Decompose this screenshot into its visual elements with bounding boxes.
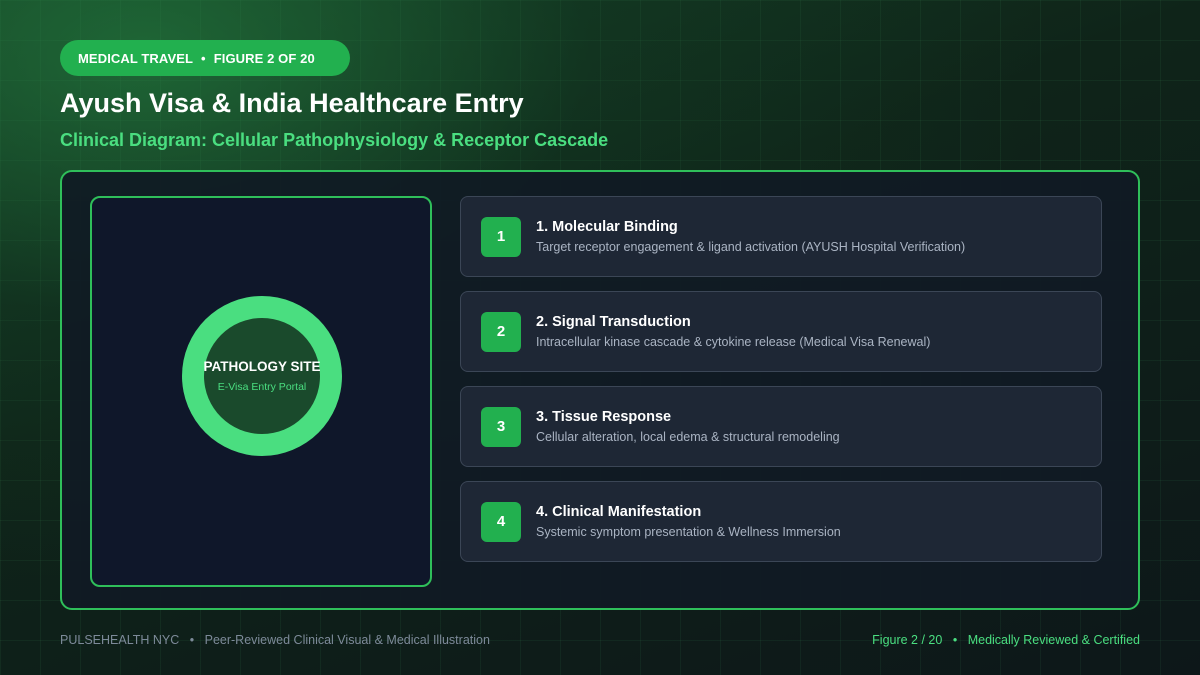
step-number-badge: 4	[481, 501, 521, 542]
step-description: Target receptor engagement & ligand acti…	[536, 240, 966, 254]
badge-category: MEDICAL TRAVEL	[78, 50, 194, 66]
footer-status: Figure 2 / 20 • Medically Reviewed & Cer…	[872, 633, 1140, 647]
step-title: 4. Clinical Manifestation	[536, 504, 702, 520]
footer-tagline: Peer-Reviewed Clinical Visual & Medical …	[204, 633, 490, 647]
pathology-site-sublabel: E-Visa Entry Portal	[217, 381, 307, 393]
step-description: Intracellular kinase cascade & cytokine …	[536, 335, 931, 349]
page-subtitle: Clinical Diagram: Cellular Pathophysiolo…	[60, 130, 609, 150]
footer-separator-right: •	[952, 633, 958, 647]
step-text: 4. Clinical Manifestation Systemic sympt…	[536, 504, 841, 539]
category-badge: MEDICAL TRAVEL • FIGURE 2 OF 20	[60, 40, 350, 76]
pathology-site-label: PATHOLOGY SITE	[203, 359, 321, 374]
page-title: Ayush Visa & India Healthcare Entry	[60, 88, 524, 118]
badge-figure: FIGURE 2 OF 20	[213, 50, 315, 66]
step-number-badge: 2	[481, 311, 521, 352]
step-number-badge: 1	[481, 216, 521, 257]
diagram-box: PATHOLOGY SITE E-Visa Entry Portal	[90, 196, 432, 587]
footer-certification: Medically Reviewed & Certified	[967, 633, 1140, 647]
step-description: Cellular alteration, local edema & struc…	[536, 430, 840, 444]
badge-separator: •	[201, 50, 206, 66]
step-card-4: 4 4. Clinical Manifestation Systemic sym…	[460, 481, 1102, 562]
step-title: 2. Signal Transduction	[536, 314, 691, 330]
footer-credits: PULSEHEALTH NYC • Peer-Reviewed Clinical…	[60, 633, 490, 647]
footer-figure: Figure 2 / 20	[872, 633, 943, 647]
main-panel: PATHOLOGY SITE E-Visa Entry Portal 1 1. …	[60, 170, 1140, 610]
step-title: 3. Tissue Response	[536, 409, 672, 425]
pathology-site-core: PATHOLOGY SITE E-Visa Entry Portal	[203, 318, 321, 434]
footer-separator: •	[189, 633, 195, 647]
pathology-site-ring: PATHOLOGY SITE E-Visa Entry Portal	[182, 296, 342, 456]
step-card-2: 2 2. Signal Transduction Intracellular k…	[460, 291, 1102, 372]
step-card-3: 3 3. Tissue Response Cellular alteration…	[460, 386, 1102, 467]
step-text: 1. Molecular Binding Target receptor eng…	[536, 219, 965, 254]
step-text: 3. Tissue Response Cellular alteration, …	[536, 409, 840, 444]
step-number-badge: 3	[481, 406, 521, 447]
footer-brand: PULSEHEALTH NYC	[60, 633, 180, 647]
step-text: 2. Signal Transduction Intracellular kin…	[536, 314, 930, 349]
step-description: Systemic symptom presentation & Wellness…	[536, 525, 841, 539]
step-title: 1. Molecular Binding	[536, 219, 678, 235]
step-card-1: 1 1. Molecular Binding Target receptor e…	[460, 196, 1102, 277]
